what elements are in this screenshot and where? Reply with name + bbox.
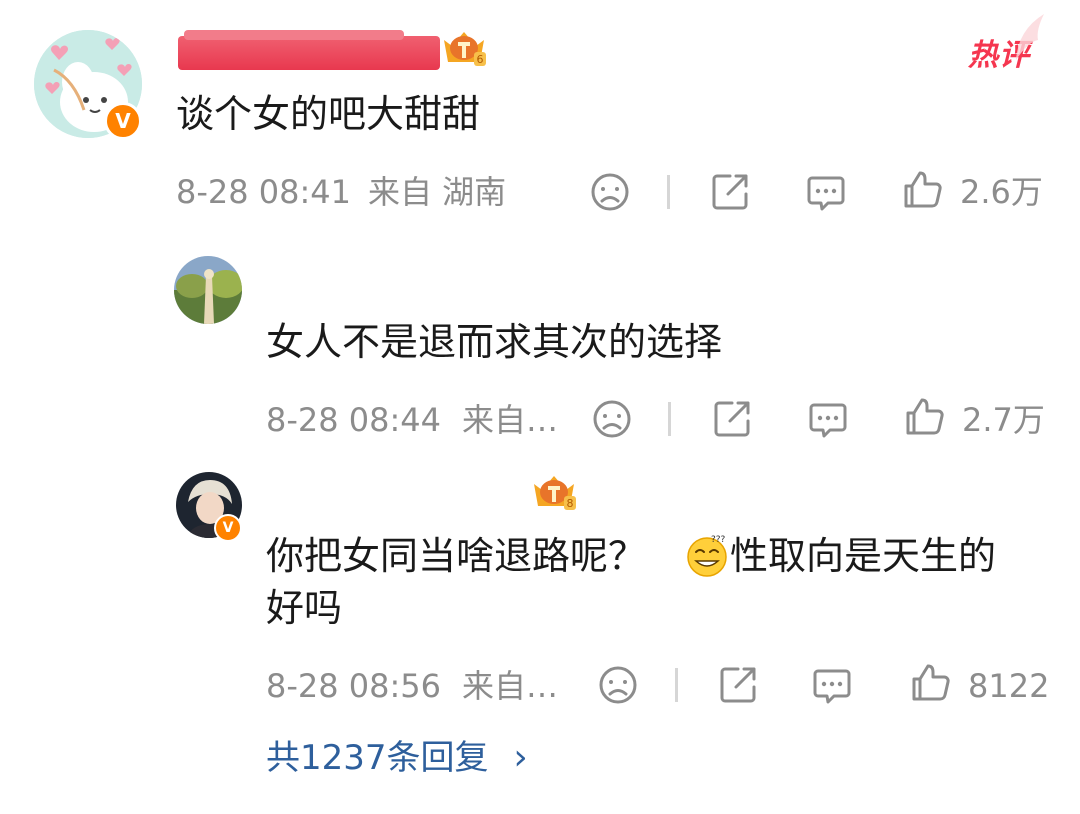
verified-badge: V bbox=[214, 514, 242, 542]
share-icon[interactable] bbox=[716, 663, 760, 707]
reply-time: 8-28 08:56 bbox=[266, 667, 442, 705]
dislike-face-icon[interactable] bbox=[596, 663, 640, 707]
crown-badge-icon: 8 bbox=[528, 470, 580, 514]
reply-location: 来自… bbox=[462, 667, 559, 705]
grin-emoji-icon: ??? bbox=[684, 532, 730, 578]
svg-text:8: 8 bbox=[567, 497, 574, 510]
like-count: 2.6万 bbox=[960, 173, 1043, 211]
username-hidden[interactable] bbox=[268, 280, 308, 286]
comment-text: 谈个女的吧大甜甜 bbox=[176, 92, 481, 136]
share-icon[interactable] bbox=[708, 170, 752, 214]
reply-location: 来自… bbox=[462, 401, 559, 439]
like-thumb-icon[interactable] bbox=[908, 661, 952, 705]
comment-location: 来自 湖南 bbox=[368, 173, 507, 211]
svg-text:6: 6 bbox=[477, 53, 484, 66]
dislike-face-icon[interactable] bbox=[590, 397, 634, 441]
action-divider bbox=[667, 175, 670, 209]
comment-time: 8-28 08:41 bbox=[176, 173, 352, 211]
like-count: 2.7万 bbox=[962, 401, 1045, 439]
reply-time: 8-28 08:44 bbox=[266, 401, 442, 439]
avatar-reply-1[interactable] bbox=[174, 256, 242, 324]
comment-icon[interactable] bbox=[804, 170, 848, 214]
chevron-right-icon: › bbox=[513, 737, 528, 778]
comment-icon[interactable] bbox=[810, 663, 854, 707]
svg-text:???: ??? bbox=[711, 535, 726, 545]
action-divider bbox=[675, 668, 678, 702]
action-divider bbox=[668, 402, 671, 436]
username-redacted[interactable] bbox=[178, 30, 440, 70]
hot-wing-icon bbox=[1016, 14, 1044, 60]
reply-text-line1-a: 你把女同当啥退路呢？ bbox=[266, 534, 647, 578]
share-icon[interactable] bbox=[710, 397, 754, 441]
more-replies-label: 共1237条回复 bbox=[266, 738, 489, 778]
dislike-face-icon[interactable] bbox=[588, 170, 632, 214]
like-count: 8122 bbox=[968, 667, 1050, 705]
reply-text: 女人不是退而求其次的选择 bbox=[266, 320, 723, 364]
reply-text-line2: 好吗 bbox=[266, 586, 343, 630]
like-thumb-icon[interactable] bbox=[900, 168, 944, 212]
like-thumb-icon[interactable] bbox=[902, 395, 946, 439]
reply-text-line1-b: 性取向是天生的 bbox=[730, 534, 997, 578]
crown-badge-icon: 6 bbox=[438, 26, 490, 70]
more-replies-link[interactable]: 共1237条回复 › bbox=[266, 736, 528, 780]
verified-badge: V bbox=[104, 102, 142, 140]
comment-icon[interactable] bbox=[806, 397, 850, 441]
